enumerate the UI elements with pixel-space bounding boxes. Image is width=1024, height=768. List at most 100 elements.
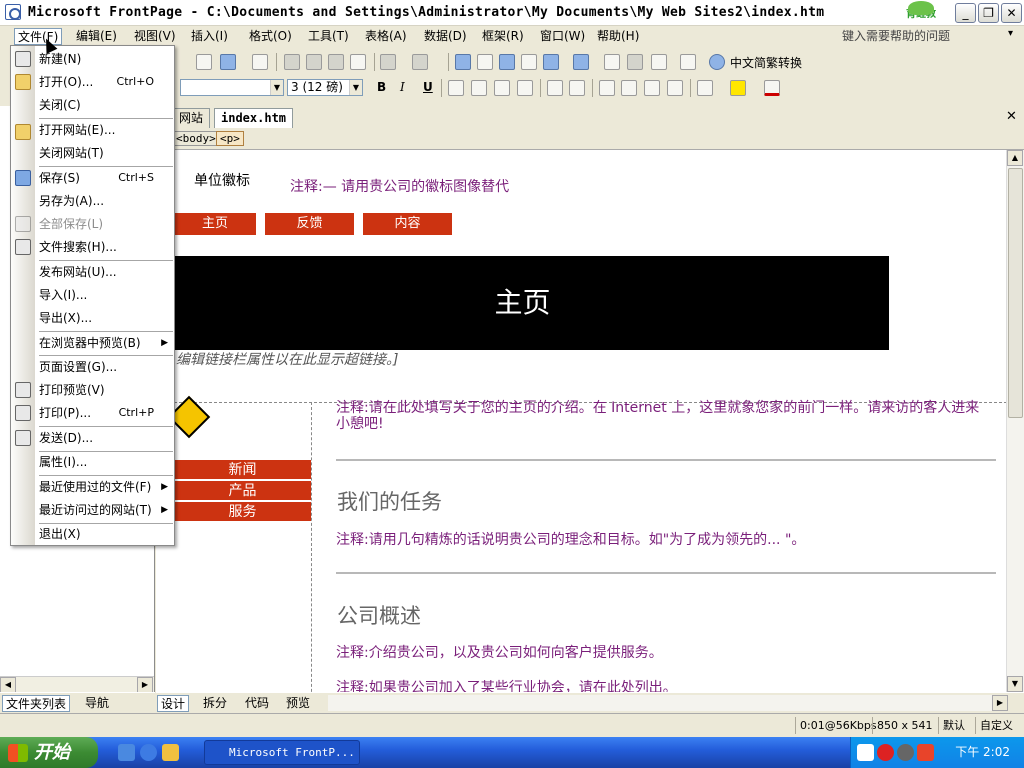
paste-icon[interactable] bbox=[328, 54, 344, 70]
menu-help[interactable]: 帮助(H) bbox=[594, 28, 642, 45]
cut-icon[interactable] bbox=[284, 54, 300, 70]
menu-frames[interactable]: 框架(R) bbox=[479, 28, 527, 45]
insert-table-icon[interactable] bbox=[477, 54, 493, 70]
menu-item-recent-sites[interactable]: 最近访问过的网站(T) ▶ bbox=[39, 499, 172, 521]
taskbar-frontpage[interactable]: Microsoft FrontP... bbox=[204, 740, 360, 765]
menu-format[interactable]: 格式(O) bbox=[246, 28, 295, 45]
menu-item-close-site[interactable]: 关闭网站(T) bbox=[39, 142, 172, 164]
maximize-button[interactable]: ❐ bbox=[978, 3, 999, 23]
menu-table[interactable]: 表格(A) bbox=[362, 28, 410, 45]
show-desktop-icon[interactable] bbox=[118, 744, 135, 761]
align-right-icon[interactable] bbox=[494, 80, 510, 96]
menu-item-send[interactable]: 发送(D)... bbox=[39, 427, 172, 449]
mode-indicator[interactable]: 默认 bbox=[938, 717, 965, 734]
custom-indicator[interactable]: 自定义 bbox=[975, 717, 1013, 734]
menu-view[interactable]: 视图(V) bbox=[131, 28, 179, 45]
quick-tag-p[interactable]: <p> bbox=[216, 131, 244, 146]
menu-item-close[interactable]: 关闭(C) bbox=[39, 94, 172, 116]
scroll-right-icon[interactable]: ▶ bbox=[992, 695, 1008, 711]
horizontal-scrollbar[interactable]: ▶ bbox=[328, 695, 1008, 711]
menu-item-print-preview[interactable]: 打印预览(V) bbox=[39, 379, 172, 401]
menu-item-save[interactable]: 保存(S) Ctrl+S bbox=[39, 167, 172, 189]
redo-icon[interactable] bbox=[412, 54, 428, 70]
side-nav-news[interactable]: 新闻 bbox=[174, 460, 311, 480]
scroll-right-icon[interactable]: ▶ bbox=[137, 677, 153, 693]
menu-item-export[interactable]: 导出(X)... bbox=[39, 307, 172, 329]
nav-link-home[interactable]: 主页 bbox=[174, 213, 256, 235]
preview-icon[interactable] bbox=[220, 54, 236, 70]
menu-item-preview-in-browser[interactable]: 在浏览器中预览(B) ▶ bbox=[39, 332, 172, 354]
font-name-select[interactable]: ▼ bbox=[180, 79, 284, 96]
scroll-left-icon[interactable]: ◀ bbox=[0, 677, 16, 693]
menu-item-save-as[interactable]: 另存为(A)... bbox=[39, 190, 172, 212]
increase-indent-icon[interactable] bbox=[667, 80, 683, 96]
side-nav-services[interactable]: 服务 bbox=[174, 502, 311, 522]
frontpage-app-icon[interactable] bbox=[5, 4, 21, 20]
spelling-icon[interactable] bbox=[252, 54, 268, 70]
increase-font-icon[interactable] bbox=[547, 80, 563, 96]
menu-window[interactable]: 窗口(W) bbox=[537, 28, 588, 45]
menu-item-properties[interactable]: 属性(I)... bbox=[39, 451, 172, 473]
ie-icon[interactable] bbox=[140, 744, 157, 761]
side-nav-products[interactable]: 产品 bbox=[174, 481, 311, 501]
design-view[interactable]: 单位徽标 注释:— 请用贵公司的徽标图像替代 主页 反馈 内容 主页 编辑链接栏… bbox=[156, 150, 1006, 692]
justify-icon[interactable] bbox=[517, 80, 533, 96]
menu-item-file-search[interactable]: 文件搜索(H)... bbox=[39, 236, 172, 258]
ime-icon[interactable] bbox=[857, 744, 874, 761]
menu-item-open[interactable]: 打开(O)... Ctrl+O bbox=[39, 71, 172, 93]
tab-split-view[interactable]: 拆分 bbox=[200, 695, 230, 712]
insert-picture-icon[interactable] bbox=[521, 54, 537, 70]
align-left-icon[interactable] bbox=[448, 80, 464, 96]
volume-icon[interactable] bbox=[897, 744, 914, 761]
decrease-font-icon[interactable] bbox=[569, 80, 585, 96]
quick-tag-body[interactable]: <body> bbox=[172, 131, 220, 146]
align-center-icon[interactable] bbox=[471, 80, 487, 96]
tab-navigation[interactable]: 导航 bbox=[82, 695, 112, 712]
menu-item-page-setup[interactable]: 页面设置(G)... bbox=[39, 356, 172, 378]
help-search-box[interactable]: 键入需要帮助的问题 bbox=[842, 28, 1012, 45]
highlight-icon[interactable] bbox=[730, 80, 746, 96]
scroll-thumb[interactable] bbox=[1008, 168, 1023, 418]
menu-item-import[interactable]: 导入(I)... bbox=[39, 284, 172, 306]
close-button[interactable]: ✕ bbox=[1001, 3, 1022, 23]
numbered-list-icon[interactable] bbox=[599, 80, 615, 96]
font-color-icon[interactable] bbox=[764, 80, 780, 96]
menu-data[interactable]: 数据(D) bbox=[421, 28, 470, 45]
undo-icon[interactable] bbox=[380, 54, 396, 70]
menu-item-open-site[interactable]: 打开网站(E)... bbox=[39, 119, 172, 141]
italic-button[interactable]: I bbox=[400, 80, 405, 94]
menu-item-new[interactable]: 新建(N) bbox=[39, 48, 172, 70]
tab-folder-list[interactable]: 文件夹列表 bbox=[2, 695, 71, 712]
show-all-icon[interactable] bbox=[680, 54, 696, 70]
menu-insert[interactable]: 插入(I) bbox=[188, 28, 231, 45]
hyperlink-icon[interactable] bbox=[573, 54, 589, 70]
borders-icon[interactable] bbox=[697, 80, 713, 96]
scroll-up-icon[interactable]: ▲ bbox=[1007, 150, 1023, 166]
underline-button[interactable]: U bbox=[423, 80, 433, 94]
drawing-icon[interactable] bbox=[543, 54, 559, 70]
menu-edit[interactable]: 编辑(E) bbox=[73, 28, 120, 45]
nav-link-feedback[interactable]: 反馈 bbox=[265, 213, 354, 235]
tab-code-view[interactable]: 代码 bbox=[242, 695, 272, 712]
nav-link-contents[interactable]: 内容 bbox=[363, 213, 452, 235]
menu-file[interactable]: 文件(F) bbox=[14, 28, 63, 45]
scroll-down-icon[interactable]: ▼ bbox=[1007, 676, 1023, 692]
tab-website[interactable]: 网站 bbox=[172, 108, 211, 128]
web-component-icon[interactable] bbox=[455, 54, 471, 70]
bold-button[interactable]: B bbox=[377, 80, 386, 94]
font-size-select[interactable]: 3 (12 磅) ▼ bbox=[287, 79, 363, 96]
help-dropdown-icon[interactable]: ▾ bbox=[1008, 28, 1013, 39]
menu-item-print[interactable]: 打印(P)... Ctrl+P bbox=[39, 402, 172, 424]
bulleted-list-icon[interactable] bbox=[621, 80, 637, 96]
bookmark-icon[interactable] bbox=[651, 54, 667, 70]
close-document-icon[interactable]: ✕ bbox=[1006, 109, 1017, 124]
convert-chinese-button[interactable]: 中文简繁转换 bbox=[730, 54, 802, 71]
tab-design-view[interactable]: 设计 bbox=[157, 695, 190, 712]
insert-layer-icon[interactable] bbox=[499, 54, 515, 70]
help-icon[interactable] bbox=[709, 54, 725, 70]
tab-preview[interactable]: 预览 bbox=[283, 695, 313, 712]
menu-item-exit[interactable]: 退出(X) bbox=[39, 523, 172, 545]
vertical-scrollbar[interactable]: ▲ ▼ bbox=[1006, 150, 1024, 692]
menu-item-recent-files[interactable]: 最近使用过的文件(F) ▶ bbox=[39, 476, 172, 498]
copy-icon[interactable] bbox=[306, 54, 322, 70]
